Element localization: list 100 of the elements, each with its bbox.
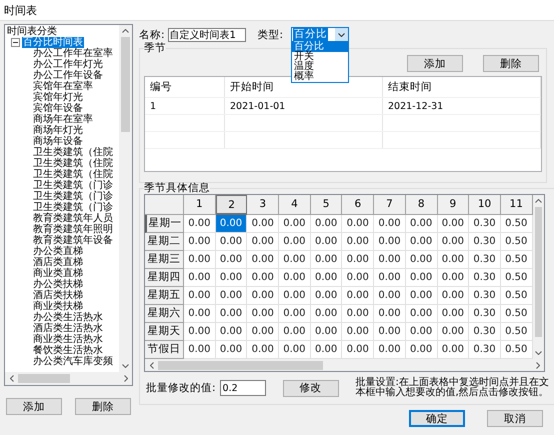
grid-cell[interactable]: 0.00 bbox=[406, 305, 438, 323]
tree-item[interactable]: 酒店类生活热水 bbox=[7, 323, 103, 334]
grid-cell[interactable]: 0.00 bbox=[216, 287, 248, 305]
tree-item[interactable]: 卫生类建筑（住院 bbox=[7, 147, 113, 158]
grid-cell[interactable]: 0.00 bbox=[279, 251, 311, 269]
tree-item[interactable]: 卫生类建筑（门诊 bbox=[7, 180, 113, 191]
chevron-down-icon[interactable] bbox=[534, 351, 542, 355]
scrollbar[interactable] bbox=[145, 359, 544, 371]
tree-item[interactable]: 宾馆年在室率 bbox=[7, 81, 93, 92]
scroll-thumb[interactable] bbox=[18, 374, 70, 383]
grid-cell[interactable]: 0.00 bbox=[342, 305, 374, 323]
grid-cell[interactable]: 0.00 bbox=[438, 323, 470, 341]
tree-button[interactable]: 删除 bbox=[75, 398, 131, 415]
grid-cell[interactable]: 0.00 bbox=[216, 251, 248, 269]
grid-cell[interactable]: 0.30 bbox=[469, 305, 501, 323]
name-field[interactable]: 自定义时间表1 bbox=[168, 28, 246, 42]
grid-cell[interactable]: 0.00 bbox=[310, 305, 342, 323]
grid-cell[interactable]: 0.00 bbox=[310, 287, 342, 305]
grid-cell[interactable]: 0.00 bbox=[310, 323, 342, 341]
grid-cell[interactable]: 0.00 bbox=[184, 251, 216, 269]
grid-cell[interactable]: 0.30 bbox=[469, 251, 501, 269]
grid-cell[interactable]: 0.00 bbox=[374, 305, 406, 323]
row-header[interactable]: 星期二 bbox=[145, 233, 184, 251]
chevron-left-icon[interactable] bbox=[150, 362, 154, 368]
grid-cell[interactable]: 0.00 bbox=[184, 233, 216, 251]
grid-cell[interactable]: 0.00 bbox=[310, 233, 342, 251]
grid-cell[interactable]: 0.30 bbox=[469, 287, 501, 305]
grid-cell[interactable]: 0.00 bbox=[310, 269, 342, 287]
column-header[interactable]: 1 bbox=[184, 195, 216, 215]
column-header[interactable]: 编号 bbox=[145, 77, 225, 97]
chevron-right-icon[interactable] bbox=[124, 375, 128, 382]
column-header[interactable]: 11 bbox=[500, 195, 533, 215]
tree-item[interactable]: 商场年在室率 bbox=[7, 114, 93, 125]
grid-cell[interactable]: 0.00 bbox=[438, 251, 470, 269]
dialog-button[interactable]: 取消 bbox=[487, 410, 543, 427]
tree-item[interactable]: 餐饮类生活热水 bbox=[7, 345, 103, 356]
tree-item[interactable]: 办公工作年设备 bbox=[7, 70, 103, 81]
column-header[interactable]: 3 bbox=[247, 195, 280, 215]
row-header[interactable]: 星期一 bbox=[145, 215, 184, 233]
grid-cell[interactable]: 0.00 bbox=[342, 215, 374, 233]
column-header[interactable]: 结束时间 bbox=[383, 77, 541, 97]
chevron-up-icon[interactable] bbox=[122, 29, 129, 33]
grid-cell[interactable]: 0.00 bbox=[247, 233, 280, 251]
grid-cell[interactable]: 0.00 bbox=[342, 251, 374, 269]
tree-item[interactable]: 商业类直梯 bbox=[7, 268, 83, 279]
dropdown-option[interactable]: 开关 bbox=[292, 52, 348, 62]
tree-item[interactable]: 办公类汽车库变频 bbox=[7, 356, 113, 367]
tree-item[interactable]: 卫生类建筑（住院 bbox=[7, 158, 113, 169]
tree-item[interactable]: 卫生类建筑（门诊 bbox=[7, 191, 113, 202]
row-header[interactable]: 星期三 bbox=[145, 251, 184, 269]
tree-item[interactable]: 商业类生活热水 bbox=[7, 334, 103, 345]
chevron-down-icon[interactable] bbox=[338, 32, 346, 36]
tree-item[interactable]: 百分比时间表 bbox=[22, 37, 84, 48]
grid-cell[interactable]: 0.00 bbox=[374, 251, 406, 269]
tree-item[interactable]: 酒店类直梯 bbox=[7, 257, 83, 268]
tree-item[interactable]: 时间表分类 bbox=[7, 26, 57, 37]
scrollbar[interactable] bbox=[5, 372, 132, 385]
column-header[interactable]: 8 bbox=[406, 195, 438, 215]
scroll-thumb[interactable] bbox=[158, 360, 323, 370]
tree-item[interactable]: 宾馆年灯光 bbox=[7, 92, 83, 103]
column-header[interactable]: 4 bbox=[279, 195, 311, 215]
grid-cell[interactable]: 0.00 bbox=[374, 287, 406, 305]
grid-cell[interactable]: 0.00 bbox=[184, 269, 216, 287]
grid-cell[interactable]: 0.30 bbox=[469, 323, 501, 341]
grid-cell[interactable]: 0.00 bbox=[342, 287, 374, 305]
grid-cell[interactable]: 0.00 bbox=[216, 215, 248, 233]
modify-button[interactable]: 修改 bbox=[282, 380, 339, 396]
tree-item[interactable]: 办公类直梯 bbox=[7, 246, 83, 257]
grid-cell[interactable]: 0.00 bbox=[310, 215, 342, 233]
batch-value-field[interactable]: 0.2 bbox=[220, 380, 266, 396]
grid-cell[interactable]: 0.00 bbox=[342, 233, 374, 251]
dropdown-option[interactable]: 温度 bbox=[292, 62, 348, 72]
grid-cell[interactable]: 0.00 bbox=[216, 269, 248, 287]
grid-cell[interactable]: 0.00 bbox=[406, 215, 438, 233]
grid-cell[interactable]: 0.00 bbox=[247, 305, 280, 323]
grid-cell[interactable]: 0.00 bbox=[374, 269, 406, 287]
tree-item[interactable]: 商场年灯光 bbox=[7, 125, 83, 136]
scroll-thumb[interactable] bbox=[534, 207, 542, 337]
grid-cell[interactable]: 0.00 bbox=[374, 233, 406, 251]
grid-cell[interactable]: 0.00 bbox=[279, 323, 311, 341]
grid-cell[interactable]: 0.00 bbox=[216, 305, 248, 323]
grid-cell[interactable]: 0.00 bbox=[438, 233, 470, 251]
tree-item[interactable]: 卫生类建筑（门诊 bbox=[7, 202, 113, 213]
scrollbar[interactable] bbox=[119, 25, 132, 372]
grid-cell[interactable]: 0.00 bbox=[406, 251, 438, 269]
tree-item[interactable]: 商业类扶梯 bbox=[7, 301, 83, 312]
type-dropdown[interactable]: 百分比 bbox=[291, 27, 350, 42]
season-button[interactable]: 删除 bbox=[483, 55, 539, 72]
row-header[interactable]: 星期天 bbox=[145, 323, 184, 341]
grid-cell[interactable]: 0.00 bbox=[406, 323, 438, 341]
grid-cell[interactable]: 0.00 bbox=[438, 287, 470, 305]
tree-item[interactable]: 办公类生活热水 bbox=[7, 312, 103, 323]
grid-cell[interactable]: 0.00 bbox=[184, 287, 216, 305]
chevron-up-icon[interactable] bbox=[534, 199, 542, 203]
chevron-right-icon[interactable] bbox=[536, 362, 540, 368]
grid-cell[interactable]: 0.00 bbox=[247, 287, 280, 305]
grid-cell[interactable]: 0.00 bbox=[279, 269, 311, 287]
grid-cell[interactable]: 0.00 bbox=[438, 305, 470, 323]
grid-cell[interactable]: 0.00 bbox=[342, 269, 374, 287]
grid-cell[interactable]: 0.00 bbox=[406, 287, 438, 305]
